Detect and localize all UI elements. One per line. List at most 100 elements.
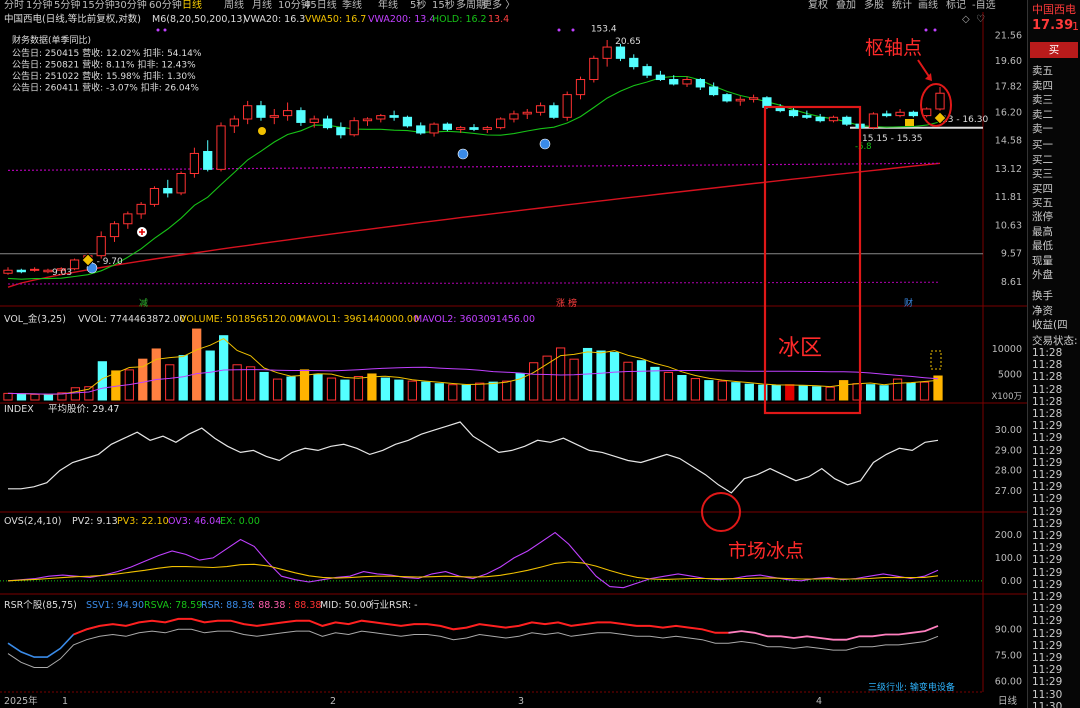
candle-body: [163, 187, 173, 194]
sector-label: 三级行业: 输变电设备: [868, 681, 955, 693]
candle-body: [615, 46, 626, 59]
volume-bar: [798, 385, 808, 401]
candle-body: [96, 236, 106, 257]
candle: [389, 110, 399, 121]
period-tab-7[interactable]: 周线: [224, 0, 244, 12]
candle: [908, 110, 918, 118]
period-tab-3[interactable]: 15分钟: [82, 0, 115, 12]
quote-stat: 最高: [1032, 225, 1053, 238]
candle-body: [309, 118, 319, 123]
candle: [722, 93, 732, 103]
trade-time: 11:29: [1032, 420, 1063, 433]
period-tab-14[interactable]: 15秒: [432, 0, 455, 12]
ma200-line: [7, 162, 941, 288]
candle-body: [109, 223, 120, 238]
candle-body: [269, 115, 279, 118]
toolbar-tool-5[interactable]: 标记: [946, 0, 966, 12]
period-tab-10[interactable]: 45日线: [304, 0, 337, 12]
candle: [442, 122, 452, 132]
toolbar-tool-4[interactable]: 画线: [918, 0, 938, 12]
candle-body: [722, 94, 732, 102]
candle: [882, 110, 892, 118]
candle-body: [149, 187, 160, 205]
candle: [522, 108, 532, 119]
pivot-label: 枢轴点: [865, 37, 922, 59]
trade-time: 11:29: [1032, 664, 1063, 677]
pv2-value: PV2: 9.13: [72, 516, 118, 527]
candle-body: [682, 79, 692, 85]
x-axis-label: 1: [62, 696, 68, 707]
period-tab-1[interactable]: 1分钟: [26, 0, 52, 12]
candle-body: [882, 113, 892, 117]
period-tab-16[interactable]: 更多 〉: [482, 0, 515, 12]
volume-bar: [636, 360, 647, 401]
candle: [402, 115, 413, 128]
period-tab-5[interactable]: 60分钟: [149, 0, 182, 12]
stock-name: 中国西电: [1032, 3, 1076, 16]
candle: [376, 113, 386, 123]
quote-stat: 现量: [1032, 254, 1053, 267]
trade-time: 11:29: [1032, 456, 1063, 469]
buy-button[interactable]: 买: [1030, 42, 1078, 58]
period-tab-2[interactable]: 5分钟: [54, 0, 80, 12]
candle-body: [602, 46, 612, 59]
period-tab-13[interactable]: 5秒: [410, 0, 426, 12]
ask-level: 卖一: [1032, 123, 1053, 136]
quote-stat: 换手: [1032, 290, 1053, 302]
volume-bar: [879, 385, 889, 401]
trade-time: 11:29: [1032, 469, 1063, 481]
trade-time: 11:29: [1032, 652, 1063, 664]
period-tab-11[interactable]: 季线: [342, 0, 362, 12]
trade-time: 11:28: [1032, 395, 1063, 408]
candle: [203, 140, 213, 172]
period-tab-12[interactable]: 年线: [378, 0, 398, 12]
volume-bar: [3, 392, 13, 401]
volume-bar: [165, 364, 175, 401]
volume-bar: [272, 378, 283, 401]
toolbar-tool-1[interactable]: 叠加: [836, 0, 856, 12]
trade-time: 11:29: [1032, 639, 1063, 652]
candle: [416, 122, 426, 135]
toolbar-tool-3[interactable]: 统计: [892, 0, 912, 12]
index-tick: 29.00: [995, 445, 1022, 456]
mavol2-line: [7, 366, 939, 395]
high-label: 153.4: [591, 24, 617, 34]
candle-body: [695, 79, 705, 88]
candle-body: [442, 123, 452, 130]
ovs-tick: 100.0: [995, 553, 1022, 564]
ovs-tick: 0.00: [1001, 576, 1022, 587]
volume-bar: [839, 380, 849, 401]
trade-time: 11:29: [1032, 676, 1063, 689]
price-tick: 21.56: [995, 30, 1022, 41]
candle: [842, 115, 852, 126]
financial-row: 公告日: 250415 营收: 12.02% 扣非: 54.14%: [12, 47, 202, 59]
chart-canvas[interactable]: 21.56 19.60 17.82 16.20 14.58 13.12 11.81 10.63…: [0, 12, 1027, 708]
period-tab-0[interactable]: 分时: [4, 0, 24, 12]
candle: [256, 100, 266, 121]
candle-body: [549, 105, 559, 118]
candle-body: [216, 125, 226, 170]
period-tab-8[interactable]: 月线: [252, 0, 272, 12]
rsr-red-line: [73, 617, 729, 636]
candle-body: [935, 92, 945, 110]
index-tick: 28.00: [995, 466, 1022, 477]
price-tick: 17.82: [995, 82, 1022, 93]
period-tab-6[interactable]: 日线: [182, 0, 202, 12]
candle: [775, 104, 785, 113]
ma-purple-low-line: [8, 281, 940, 285]
toolbar-tool-0[interactable]: 复权: [808, 0, 828, 12]
candle: [269, 108, 279, 125]
toolbar-tool-2[interactable]: 多股: [864, 0, 884, 12]
period-tab-4[interactable]: 30分钟: [114, 0, 147, 12]
trade-time: 11:29: [1032, 578, 1063, 591]
current-price: 17.39: [1032, 18, 1074, 33]
candle: [589, 55, 599, 83]
price-tick: 11.81: [995, 192, 1022, 203]
toolbar-tool-6[interactable]: -自选: [972, 0, 996, 12]
trade-time: 11:28: [1032, 383, 1063, 396]
trade-time: 11:29: [1032, 615, 1063, 628]
candle: [802, 110, 812, 119]
bag-marker-icon: [905, 119, 914, 126]
candle: [216, 122, 226, 172]
volume-bar: [353, 376, 364, 401]
